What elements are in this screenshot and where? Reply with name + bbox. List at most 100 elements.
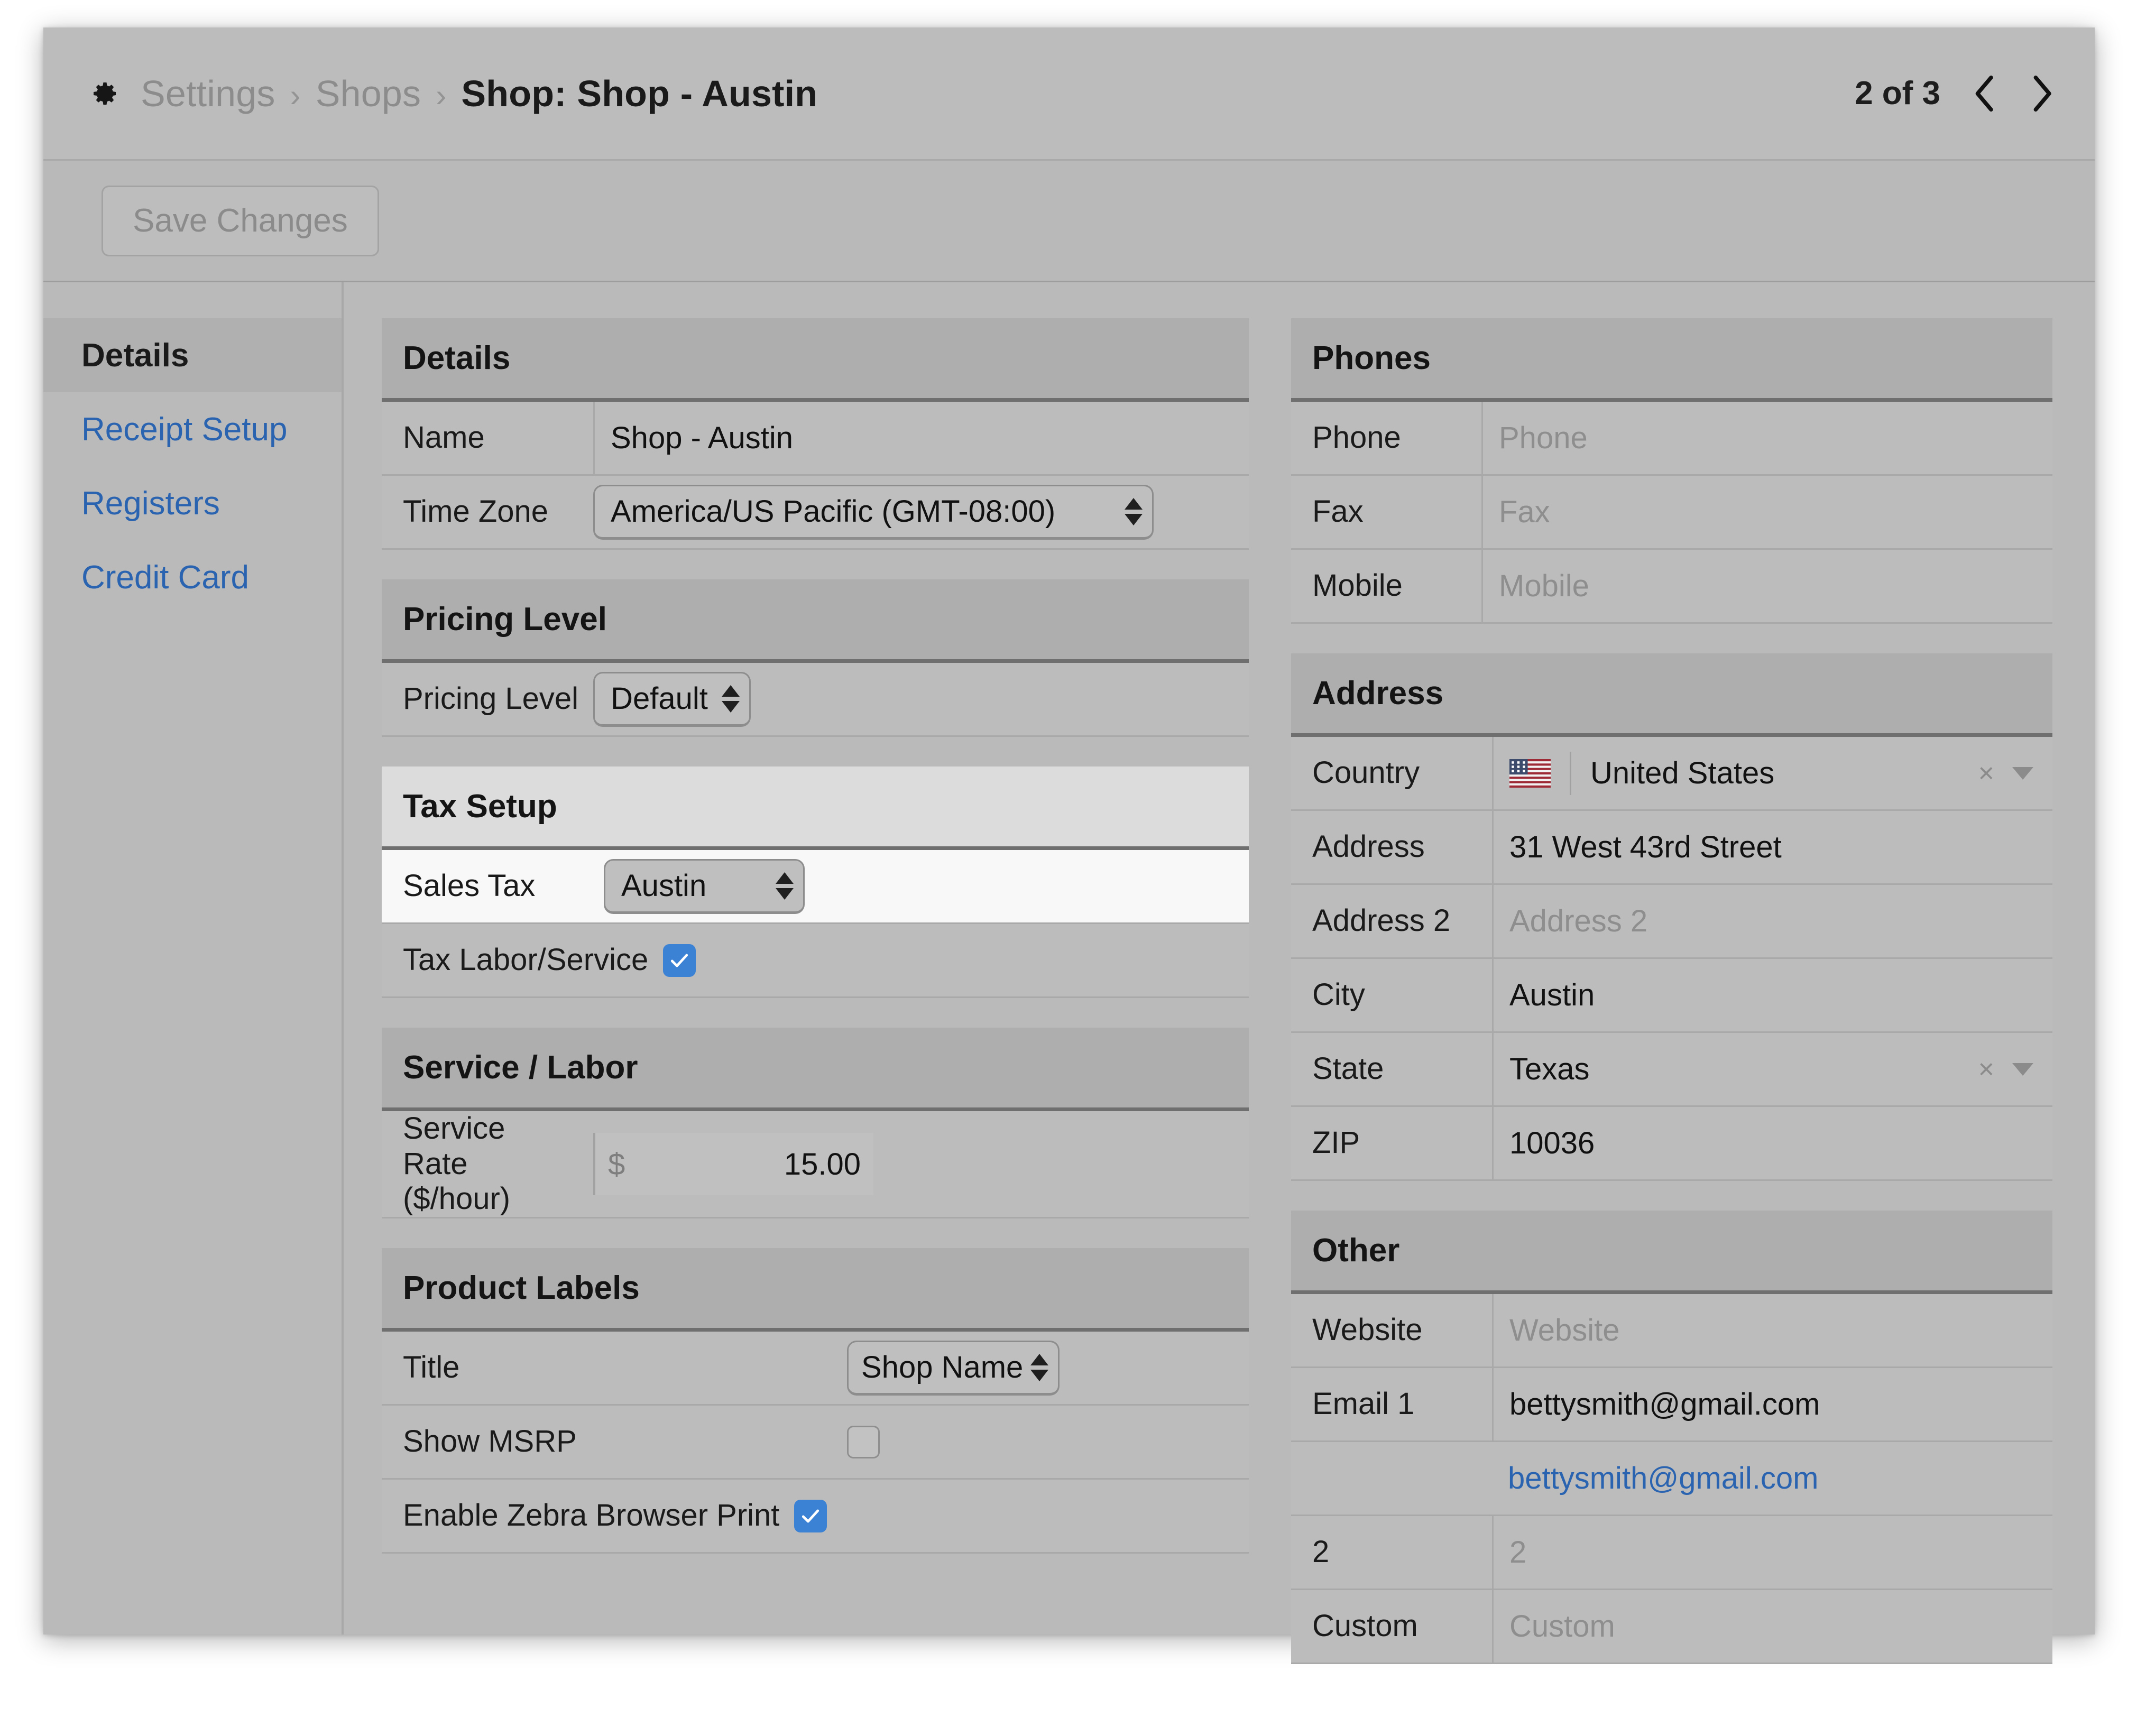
- row-service-rate: Service Rate ($/hour) $ 15.00: [382, 1111, 1249, 1219]
- panel-service-labor: Service / Labor Service Rate ($/hour) $: [382, 1028, 1249, 1219]
- row-label-title: Title Shop Name: [382, 1332, 1249, 1406]
- content-area: Details Name Shop - Austin Time Zone Ame…: [344, 282, 2095, 1664]
- service-rate-label-line2: ($/hour): [403, 1181, 511, 1216]
- tax-labor-label: Tax Labor/Service: [403, 943, 649, 977]
- sidebar-item-details[interactable]: Details: [43, 318, 342, 392]
- sidebar-item-credit-card[interactable]: Credit Card: [43, 540, 342, 614]
- pricing-level-cell: Default: [593, 663, 1249, 735]
- fax-field[interactable]: Fax: [1481, 476, 2052, 548]
- phone-field[interactable]: Phone: [1481, 402, 2052, 474]
- label-title-select[interactable]: Shop Name: [847, 1340, 1060, 1396]
- chevron-down-icon[interactable]: [2012, 767, 2033, 780]
- chevron-right-icon[interactable]: [2027, 73, 2057, 114]
- panel-other: Other Website Website Email 1 bettysmith…: [1291, 1211, 2052, 1664]
- timezone-cell: America/US Pacific (GMT-08:00): [593, 476, 1249, 548]
- gear-icon[interactable]: [90, 79, 119, 108]
- tax-labor-checkbox[interactable]: [663, 944, 696, 977]
- service-rate-value: 15.00: [784, 1147, 861, 1181]
- country-label: Country: [1312, 755, 1420, 790]
- zebra-print-cell: [794, 1480, 1249, 1552]
- email-1-label: Email 1: [1312, 1387, 1415, 1421]
- row-state: State Texas ×: [1291, 1033, 2052, 1107]
- row-mobile: Mobile Mobile: [1291, 550, 2052, 624]
- email-2-field[interactable]: 2: [1492, 1516, 2052, 1589]
- zip-field[interactable]: 10036: [1492, 1107, 2052, 1179]
- clear-country-icon[interactable]: ×: [1967, 758, 2006, 789]
- service-rate-input[interactable]: $ 15.00: [593, 1133, 873, 1196]
- fax-label: Fax: [1312, 494, 1364, 529]
- email-1-field[interactable]: bettysmith@gmail.com: [1492, 1368, 2052, 1440]
- state-cell: Texas ×: [1492, 1033, 2052, 1105]
- label-title-value: Shop Name: [861, 1350, 1024, 1385]
- custom-label: Custom: [1312, 1609, 1418, 1643]
- timezone-select[interactable]: America/US Pacific (GMT-08:00): [593, 484, 1154, 540]
- panel-pricing-header: Pricing Level: [382, 579, 1249, 663]
- panel-phones-header: Phones: [1291, 318, 2052, 402]
- clear-state-icon[interactable]: ×: [1967, 1054, 2006, 1085]
- sales-tax-cell: Austin: [604, 850, 1249, 922]
- custom-field[interactable]: Custom: [1492, 1590, 2052, 1663]
- country-combobox[interactable]: United States ×: [1509, 751, 2037, 795]
- record-pager: 2 of 3: [1855, 73, 2057, 114]
- sidebar: Details Receipt Setup Registers Credit C…: [43, 282, 344, 1635]
- pricing-level-label: Pricing Level: [403, 681, 579, 716]
- right-column: Phones Phone Phone Fax Fax Mobile Mobile…: [1291, 318, 2052, 1664]
- row-country: Country United States ×: [1291, 737, 2052, 811]
- state-label: State: [1312, 1051, 1384, 1086]
- mobile-field[interactable]: Mobile: [1481, 550, 2052, 622]
- name-field[interactable]: Shop - Austin: [593, 402, 1249, 474]
- check-icon: [802, 1509, 819, 1523]
- breadcrumb-item-settings[interactable]: Settings: [141, 72, 275, 115]
- label-title-cell: Shop Name: [847, 1332, 1249, 1404]
- service-rate-cell: $ 15.00: [593, 1111, 1249, 1217]
- titlebar: Settings › Shops › Shop: Shop - Austin 2…: [43, 27, 2095, 161]
- row-zip: ZIP 10036: [1291, 1107, 2052, 1181]
- sales-tax-value: Austin: [621, 869, 707, 903]
- email-link-spacer: [1291, 1442, 1492, 1515]
- row-show-msrp: Show MSRP: [382, 1406, 1249, 1480]
- us-flag-icon: [1509, 759, 1551, 788]
- sales-tax-select[interactable]: Austin: [604, 858, 805, 914]
- row-name: Name Shop - Austin: [382, 402, 1249, 476]
- chevron-left-icon[interactable]: [1969, 73, 1998, 114]
- chevron-down-icon[interactable]: [2012, 1063, 2033, 1076]
- page-root: Settings › Shops › Shop: Shop - Austin 2…: [0, 0, 2146, 1736]
- row-email-2: 2 2: [1291, 1516, 2052, 1590]
- website-field[interactable]: Website: [1492, 1294, 2052, 1366]
- show-msrp-label: Show MSRP: [403, 1424, 577, 1459]
- service-rate-label: Service Rate ($/hour): [382, 1111, 593, 1217]
- address-2-field[interactable]: Address 2: [1492, 885, 2052, 957]
- panel-product-labels-header: Product Labels: [382, 1248, 1249, 1332]
- save-changes-button[interactable]: Save Changes: [102, 185, 379, 256]
- stepper-icon: [721, 678, 740, 719]
- city-field[interactable]: Austin: [1492, 959, 2052, 1031]
- row-fax: Fax Fax: [1291, 476, 2052, 550]
- sidebar-item-registers[interactable]: Registers: [43, 466, 342, 540]
- breadcrumb: Settings › Shops › Shop: Shop - Austin: [141, 72, 817, 115]
- breadcrumb-item-shops[interactable]: Shops: [316, 72, 421, 115]
- row-email-1: Email 1 bettysmith@gmail.com: [1291, 1368, 2052, 1442]
- stepper-icon: [1125, 491, 1143, 532]
- pager-count: 2 of 3: [1855, 75, 1940, 112]
- state-combobox[interactable]: Texas ×: [1509, 1051, 2037, 1087]
- row-website: Website Website: [1291, 1294, 2052, 1368]
- zebra-print-label: Enable Zebra Browser Print: [403, 1498, 780, 1533]
- row-city: City Austin: [1291, 959, 2052, 1033]
- state-value: Texas: [1509, 1052, 1590, 1086]
- country-value: United States: [1590, 756, 1775, 790]
- show-msrp-checkbox[interactable]: [847, 1425, 880, 1458]
- pricing-level-value: Default: [611, 681, 708, 716]
- email-mailto-link[interactable]: bettysmith@gmail.com: [1492, 1442, 2052, 1515]
- panel-tax-setup: Tax Setup Sales Tax Austin Tax Labor/Ser…: [382, 767, 1249, 998]
- row-pricing-level: Pricing Level Default: [382, 663, 1249, 737]
- row-tax-labor: Tax Labor/Service: [382, 924, 1249, 998]
- currency-symbol: $: [608, 1147, 625, 1181]
- address-field[interactable]: 31 West 43rd Street: [1492, 811, 2052, 883]
- sidebar-item-receipt-setup[interactable]: Receipt Setup: [43, 392, 342, 466]
- combo-divider: [1570, 751, 1571, 795]
- panel-address: Address Country United States × Address …: [1291, 653, 2052, 1181]
- pricing-level-select[interactable]: Default: [593, 671, 751, 727]
- zebra-print-checkbox[interactable]: [794, 1499, 827, 1532]
- tax-labor-cell: [663, 924, 1249, 996]
- panel-product-labels: Product Labels Title Shop Name Show MSRP…: [382, 1248, 1249, 1554]
